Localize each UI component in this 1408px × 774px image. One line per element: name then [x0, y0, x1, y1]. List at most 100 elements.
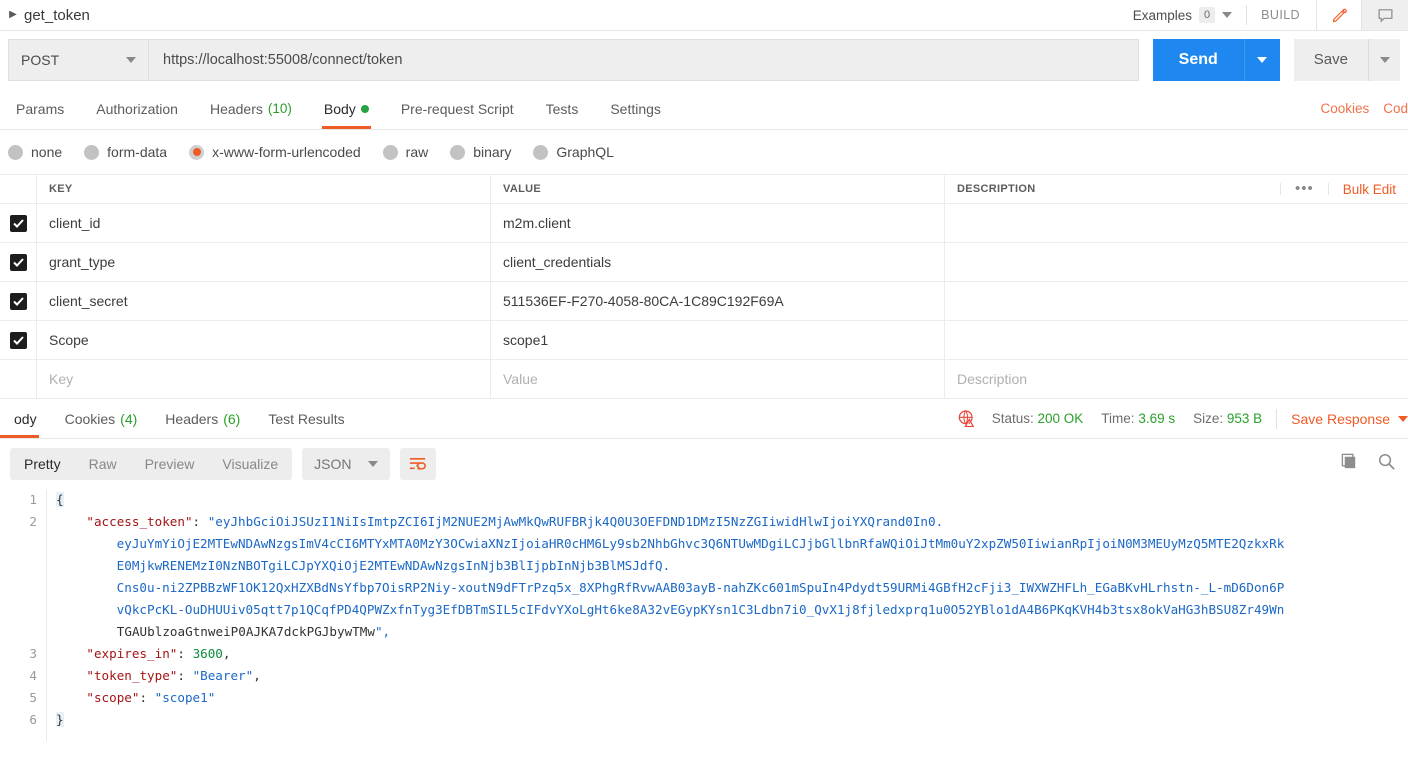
url-input[interactable]: https://localhost:55008/connect/token	[148, 38, 1139, 81]
new-value-placeholder: Value	[503, 371, 538, 387]
table-header-tools: ••• Bulk Edit	[1279, 175, 1408, 203]
send-options-button[interactable]	[1243, 38, 1280, 81]
response-body-code[interactable]: 1 2 3 4 5 6 { "access_token": "eyJhbGciO…	[0, 489, 1408, 741]
http-method-value: POST	[21, 51, 60, 68]
more-options-icon[interactable]: •••	[1279, 181, 1329, 196]
build-button[interactable]: BUILD	[1261, 8, 1300, 22]
copy-response-button[interactable]	[1340, 452, 1359, 476]
row-key-cell[interactable]: client_secret	[36, 282, 490, 320]
edit-request-tab[interactable]	[1316, 0, 1362, 30]
http-method-select[interactable]: POST	[8, 38, 148, 81]
size-label: Size:	[1193, 411, 1224, 426]
copy-icon	[1341, 453, 1356, 469]
tab-settings[interactable]: Settings	[594, 88, 677, 129]
view-mode-preview[interactable]: Preview	[131, 448, 209, 480]
row-checkbox[interactable]	[0, 282, 36, 320]
response-tab-body[interactable]: ody	[0, 399, 51, 438]
tab-authorization[interactable]: Authorization	[80, 88, 194, 129]
header-key-cell: KEY	[36, 175, 490, 203]
tab-label: Authorization	[96, 100, 178, 117]
response-format-select[interactable]: JSON	[302, 448, 390, 480]
body-type-raw[interactable]: raw	[382, 144, 429, 160]
tab-label: Tests	[545, 100, 579, 117]
radio-selected-icon	[189, 144, 205, 160]
table-row-new[interactable]: Key Value Description	[0, 360, 1408, 399]
row-value-cell[interactable]: m2m.client	[490, 204, 944, 242]
code-line: vQkcPcKL-OuDHUUiv05qtt7p1QCqfPD4QPWZxfnT…	[56, 602, 1285, 617]
radio-label: raw	[405, 144, 429, 160]
pencil-icon	[1332, 8, 1347, 22]
tab-label: Body	[323, 100, 356, 117]
table-row[interactable]: client_secret 511536EF-F270-4058-80CA-1C…	[0, 282, 1408, 321]
comments-tab[interactable]	[1362, 0, 1408, 30]
radio-icon	[382, 144, 398, 160]
code-line: "access_token": "eyJhbGciOiJSUzI1NiIsImt…	[86, 514, 944, 529]
row-checkbox[interactable]	[0, 204, 36, 242]
word-wrap-toggle[interactable]	[399, 448, 436, 480]
expand-caret-icon[interactable]: ▶	[6, 10, 20, 20]
code-link[interactable]: Cod	[1383, 101, 1408, 116]
row-description-cell[interactable]	[944, 282, 1408, 320]
request-name[interactable]: get_token	[24, 7, 90, 24]
new-value-input[interactable]: Value	[490, 360, 944, 398]
view-mode-raw[interactable]: Raw	[75, 448, 131, 480]
tab-body[interactable]: Body	[308, 88, 385, 129]
radio-icon	[450, 144, 466, 160]
send-button[interactable]: Send	[1152, 38, 1244, 81]
body-type-graphql[interactable]: GraphQL	[533, 144, 614, 160]
new-key-input[interactable]: Key	[36, 360, 490, 398]
size-metric: Size: 953 B	[1193, 411, 1262, 426]
tab-params[interactable]: Params	[0, 88, 80, 129]
row-value-cell[interactable]: 511536EF-F270-4058-80CA-1C89C192F69A	[490, 282, 944, 320]
ssl-warning-button[interactable]	[957, 409, 976, 428]
tab-pre-request-script[interactable]: Pre-request Script	[385, 88, 530, 129]
radio-icon	[8, 144, 23, 160]
cookies-link[interactable]: Cookies	[1320, 101, 1369, 116]
table-row[interactable]: client_id m2m.client	[0, 204, 1408, 243]
row-checkbox-empty[interactable]	[0, 360, 36, 398]
code-line: eyJuYmYiOjE2MTEwNDAwNzgsImV4cCI6MTYxMTA0…	[56, 536, 1285, 551]
code-line: "scope": "scope1"	[86, 690, 216, 705]
header-description-cell: DESCRIPTION ••• Bulk Edit	[944, 175, 1408, 203]
body-type-x-www-form-urlencoded[interactable]: x-www-form-urlencoded	[189, 144, 361, 160]
row-key-cell[interactable]: client_id	[36, 204, 490, 242]
chevron-down-icon	[1222, 12, 1233, 18]
row-key-cell[interactable]: grant_type	[36, 243, 490, 281]
tab-tests[interactable]: Tests	[530, 88, 595, 129]
code-line: TGAUblzoaGtnweiP0AJKA7dckPGJbywTMw",	[116, 624, 391, 639]
line-number: 2	[29, 514, 37, 529]
row-value-cell[interactable]: client_credentials	[490, 243, 944, 281]
body-type-form-data[interactable]: form-data	[84, 144, 167, 160]
row-key-cell[interactable]: Scope	[36, 321, 490, 359]
save-button[interactable]: Save	[1293, 38, 1368, 81]
response-tab-headers[interactable]: Headers (6)	[151, 399, 254, 438]
examples-dropdown[interactable]: Examples 0	[1133, 7, 1233, 23]
row-value-cell[interactable]: scope1	[490, 321, 944, 359]
tab-count: (6)	[223, 410, 241, 427]
row-checkbox[interactable]	[0, 321, 36, 359]
tab-label: ody	[14, 410, 37, 427]
row-description-cell[interactable]	[944, 243, 1408, 281]
body-type-none[interactable]: none	[8, 144, 62, 160]
new-description-input[interactable]: Description	[944, 360, 1408, 398]
row-key: grant_type	[49, 254, 116, 270]
view-mode-visualize[interactable]: Visualize	[208, 448, 292, 480]
tab-headers[interactable]: Headers (10)	[194, 88, 308, 129]
code-line: Cns0u-ni2ZPBBzWF1OK12QxHZXBdNsYfbp7OisRP…	[56, 580, 1285, 595]
tab-count: (4)	[120, 410, 138, 427]
response-tabs-bar: ody Cookies (4) Headers (6) Test Results…	[0, 399, 1408, 439]
bulk-edit-button[interactable]: Bulk Edit	[1329, 182, 1408, 197]
response-tab-test-results[interactable]: Test Results	[254, 399, 358, 438]
search-response-button[interactable]	[1377, 452, 1396, 476]
time-value: 3.69 s	[1138, 411, 1176, 426]
table-row[interactable]: grant_type client_credentials	[0, 243, 1408, 282]
table-row[interactable]: Scope scope1	[0, 321, 1408, 360]
view-mode-pretty[interactable]: Pretty	[10, 448, 75, 480]
body-type-binary[interactable]: binary	[450, 144, 511, 160]
row-description-cell[interactable]	[944, 204, 1408, 242]
save-response-button[interactable]: Save Response	[1291, 411, 1408, 427]
save-options-button[interactable]	[1368, 38, 1400, 81]
response-tab-cookies[interactable]: Cookies (4)	[51, 399, 152, 438]
row-description-cell[interactable]	[944, 321, 1408, 359]
row-checkbox[interactable]	[0, 243, 36, 281]
